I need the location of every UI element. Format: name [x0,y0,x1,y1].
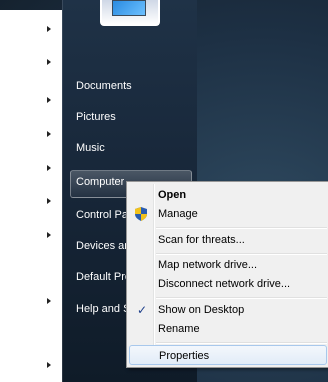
submenu-arrow-icon[interactable] [47,26,51,32]
menu-item-manage[interactable]: Manage [129,204,327,224]
menu-item-disconnect-network-drive[interactable]: Disconnect network drive... [129,274,327,294]
menu-separator [156,227,327,228]
submenu-arrow-icon[interactable] [47,131,51,137]
menu-item-open[interactable]: Open [129,185,327,205]
submenu-arrow-icon[interactable] [47,165,51,171]
start-menu-item[interactable]: Default Pro [76,271,131,283]
menu-item-scan-for-threats[interactable]: Scan for threats... [129,230,327,250]
submenu-arrow-icon[interactable] [47,198,51,204]
menu-separator [156,297,327,298]
menu-item-map-network-drive[interactable]: Map network drive... [129,255,327,275]
uac-shield-icon [135,207,147,221]
start-menu-item[interactable]: Music [76,142,105,154]
menu-item-show-on-desktop[interactable]: ✓ Show on Desktop [129,300,327,320]
menu-separator [156,253,327,254]
menu-item-rename[interactable]: Rename [129,319,327,339]
context-menu: Open Manage Scan for threats... Map netw… [126,181,328,368]
start-menu-item[interactable]: Documents [76,80,132,92]
submenu-arrow-icon[interactable] [47,97,51,103]
start-menu-item[interactable]: Pictures [76,111,116,123]
start-menu-item[interactable]: Computer [76,176,124,188]
programs-list [0,10,63,382]
menu-item-properties[interactable]: Properties [129,345,327,365]
submenu-arrow-icon[interactable] [47,298,51,304]
start-menu-item[interactable]: Devices an [76,240,130,252]
user-picture-icon[interactable] [100,0,160,26]
submenu-arrow-icon[interactable] [47,59,51,65]
start-menu-item[interactable]: Help and S [76,303,130,315]
start-menu-item[interactable]: Control Pa [76,209,128,221]
submenu-arrow-icon[interactable] [47,362,51,368]
checkmark-icon: ✓ [137,303,148,317]
menu-separator [156,342,327,343]
submenu-arrow-icon[interactable] [47,232,51,238]
